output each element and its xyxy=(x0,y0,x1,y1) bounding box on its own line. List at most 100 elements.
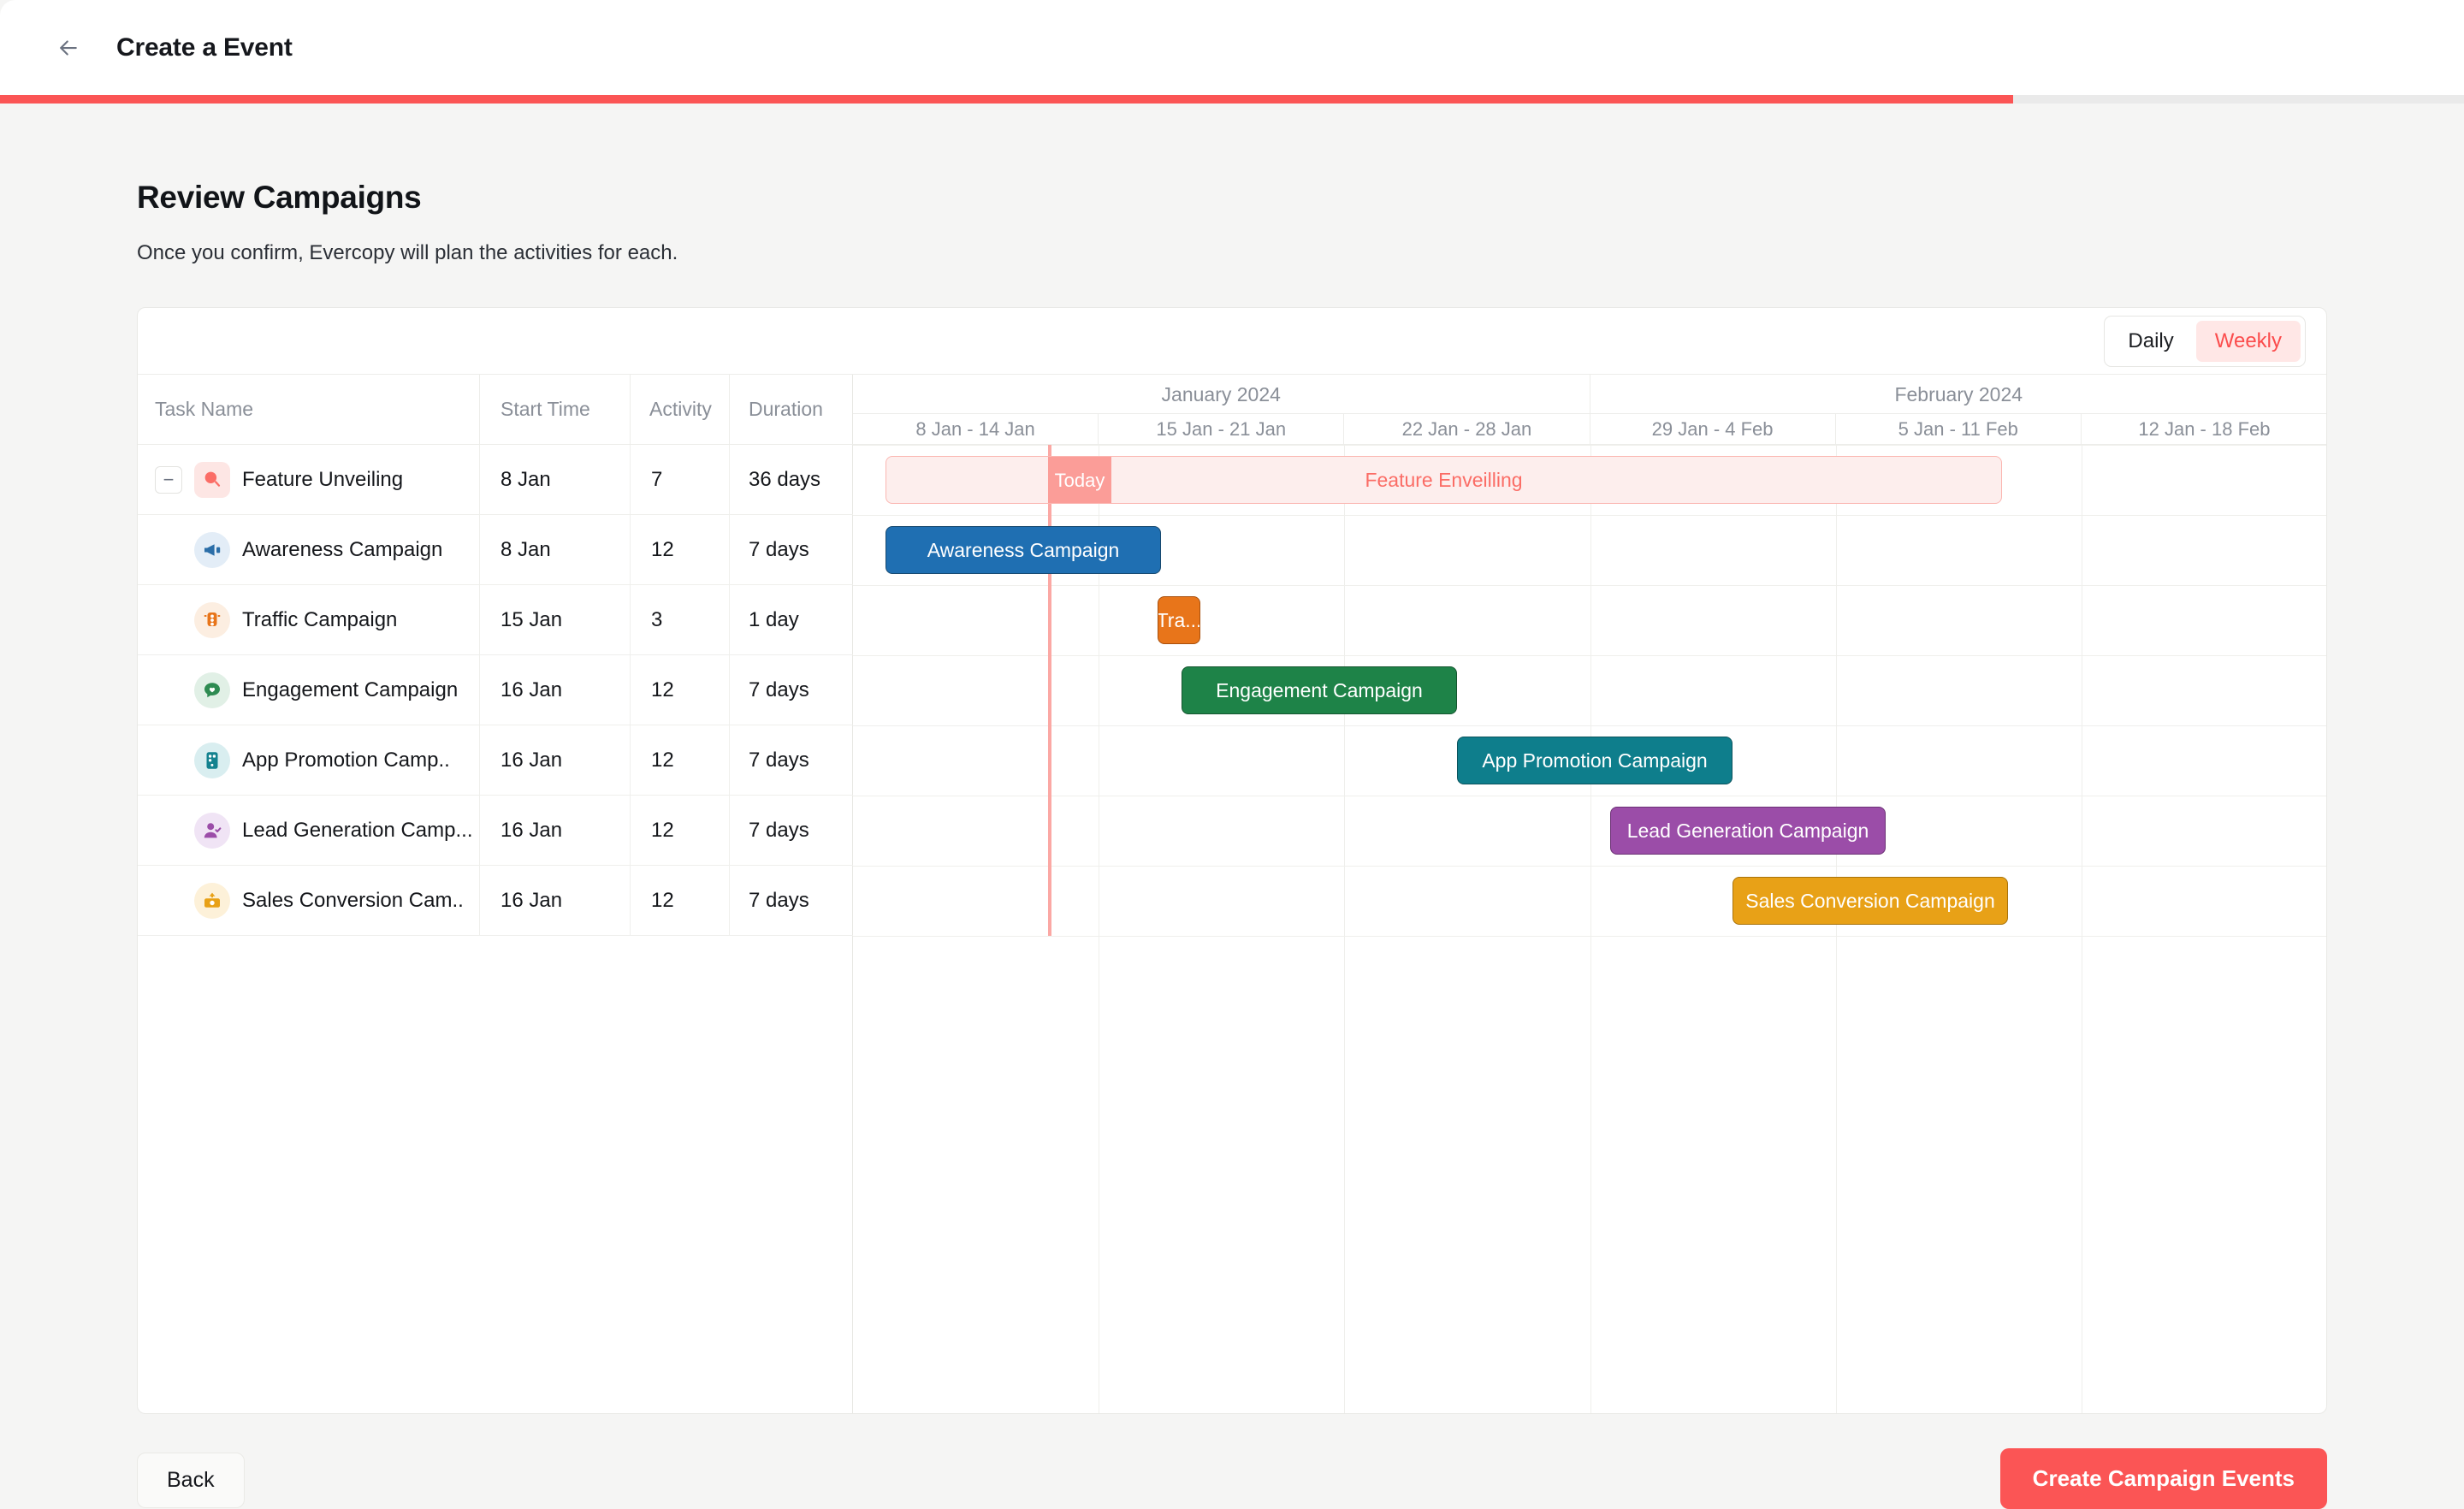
task-table-header: Task Name Start Time Activity Duration xyxy=(138,375,853,445)
timeline-row-divider xyxy=(853,655,2327,656)
gantt-body: Task Name Start Time Activity Duration −… xyxy=(138,375,2326,1414)
table-row[interactable]: App Promotion Camp.. 16 Jan127 days xyxy=(138,725,853,796)
gantt-task-bar[interactable]: Awareness Campaign xyxy=(886,526,1161,574)
page-title: Create a Event xyxy=(116,33,293,62)
cell-task-name: Awareness Campaign xyxy=(138,515,480,585)
progress-bar-fill xyxy=(0,95,2013,104)
timeline-column-divider xyxy=(1344,445,1345,1414)
section-heading: Review Campaigns xyxy=(137,180,421,216)
magnifier-icon xyxy=(194,462,230,498)
gantt-bar-label: Lead Generation Campaign xyxy=(1627,820,1869,843)
gantt-task-bar[interactable]: App Promotion Campaign xyxy=(1457,737,1732,784)
timeline-row-divider xyxy=(853,936,2327,937)
timeline-week-header: 8 Jan - 14 Jan15 Jan - 21 Jan22 Jan - 28… xyxy=(853,414,2327,445)
cell-activity: 12 xyxy=(631,725,730,796)
mobile-app-icon xyxy=(194,743,230,778)
task-name-label: Awareness Campaign xyxy=(242,538,442,562)
cell-activity: 12 xyxy=(631,655,730,725)
traffic-light-icon xyxy=(194,602,230,638)
timeline-week-label: 5 Jan - 11 Feb xyxy=(1836,414,2082,445)
timeline-week-label: 22 Jan - 28 Jan xyxy=(1344,414,1590,445)
view-mode-daily[interactable]: Daily xyxy=(2109,321,2192,362)
table-row[interactable]: − Feature Unveiling 8 Jan736 days xyxy=(138,445,853,515)
cell-start-time: 16 Jan xyxy=(480,866,631,936)
task-table-pane: Task Name Start Time Activity Duration −… xyxy=(138,375,853,1414)
gantt-bar-label: Tra... xyxy=(1158,609,1200,632)
timeline-month-label: January 2024 xyxy=(853,375,1590,414)
table-row[interactable]: Traffic Campaign 15 Jan31 day xyxy=(138,585,853,655)
sales-money-icon xyxy=(194,883,230,919)
cell-activity: 12 xyxy=(631,796,730,866)
create-campaign-events-button[interactable]: Create Campaign Events xyxy=(2000,1448,2327,1509)
timeline-row-divider xyxy=(853,445,2327,446)
cell-task-name: Traffic Campaign xyxy=(138,585,480,655)
timeline-week-label: 8 Jan - 14 Jan xyxy=(853,414,1099,445)
gantt-task-bar[interactable]: Engagement Campaign xyxy=(1182,666,1457,714)
gantt-summary-bar[interactable]: Today Feature Enveilling xyxy=(886,456,2002,504)
chat-heart-icon xyxy=(194,672,230,708)
timeline-column-divider xyxy=(1590,445,1591,1414)
app-header: Create a Event xyxy=(0,0,2464,95)
cell-duration: 7 days xyxy=(730,866,853,936)
gantt-bar-label: Engagement Campaign xyxy=(1216,679,1423,702)
task-name-label: Feature Unveiling xyxy=(242,468,403,492)
column-header-duration: Duration xyxy=(730,375,853,445)
cell-task-name: − Feature Unveiling xyxy=(138,445,480,515)
cell-start-time: 16 Jan xyxy=(480,725,631,796)
person-check-icon xyxy=(194,813,230,849)
cell-activity: 12 xyxy=(631,866,730,936)
cell-activity: 7 xyxy=(631,445,730,515)
task-name-label: Sales Conversion Cam.. xyxy=(242,889,464,913)
row-collapse-toggle[interactable]: − xyxy=(155,466,182,494)
table-row[interactable]: Engagement Campaign16 Jan127 days xyxy=(138,655,853,725)
timeline-month-label: February 2024 xyxy=(1590,375,2328,414)
cell-start-time: 8 Jan xyxy=(480,445,631,515)
section-subheading: Once you confirm, Evercopy will plan the… xyxy=(137,241,678,265)
gantt-task-bar[interactable]: Sales Conversion Campaign xyxy=(1732,877,2008,925)
column-header-task-name: Task Name xyxy=(138,375,480,445)
timeline-row-divider xyxy=(853,725,2327,726)
timeline-pane: January 2024February 2024 8 Jan - 14 Jan… xyxy=(853,375,2327,1414)
timeline-row-divider xyxy=(853,866,2327,867)
view-mode-switch: Daily Weekly xyxy=(2104,316,2306,367)
table-row[interactable]: Sales Conversion Cam.. 16 Jan127 days xyxy=(138,866,853,936)
gantt-bar-label: Feature Enveilling xyxy=(1365,469,1522,492)
task-name-label: Lead Generation Camp... xyxy=(242,819,473,843)
column-header-start-time: Start Time xyxy=(480,375,631,445)
cell-activity: 12 xyxy=(631,515,730,585)
today-badge: Today xyxy=(1048,457,1111,504)
gantt-task-bar[interactable]: Tra... xyxy=(1158,596,1200,644)
task-name-label: App Promotion Camp.. xyxy=(242,749,450,772)
column-header-activity: Activity xyxy=(631,375,730,445)
cell-start-time: 16 Jan xyxy=(480,796,631,866)
cell-duration: 7 days xyxy=(730,725,853,796)
back-arrow-icon[interactable] xyxy=(50,29,87,67)
timeline-week-label: 29 Jan - 4 Feb xyxy=(1590,414,1836,445)
back-button[interactable]: Back xyxy=(137,1453,245,1508)
cell-task-name: Engagement Campaign xyxy=(138,655,480,725)
cell-task-name: App Promotion Camp.. xyxy=(138,725,480,796)
cell-start-time: 16 Jan xyxy=(480,655,631,725)
timeline-column-divider xyxy=(1836,445,1837,1414)
today-marker-line xyxy=(1048,445,1051,936)
timeline-month-header: January 2024February 2024 xyxy=(853,375,2327,414)
task-name-label: Engagement Campaign xyxy=(242,678,458,702)
timeline-week-label: 15 Jan - 21 Jan xyxy=(1099,414,1344,445)
timeline-week-label: 12 Jan - 18 Feb xyxy=(2082,414,2327,445)
gantt-card: Daily Weekly Task Name Start Time Activi… xyxy=(137,307,2327,1414)
cell-start-time: 15 Jan xyxy=(480,585,631,655)
gantt-toolbar: Daily Weekly xyxy=(138,308,2326,375)
cell-start-time: 8 Jan xyxy=(480,515,631,585)
cell-activity: 3 xyxy=(631,585,730,655)
table-row[interactable]: Lead Generation Camp...16 Jan127 days xyxy=(138,796,853,866)
task-name-label: Traffic Campaign xyxy=(242,608,397,632)
gantt-bar-label: App Promotion Campaign xyxy=(1482,749,1707,772)
table-row[interactable]: Awareness Campaign8 Jan127 days xyxy=(138,515,853,585)
timeline-row-divider xyxy=(853,585,2327,586)
cell-task-name: Lead Generation Camp... xyxy=(138,796,480,866)
gantt-bar-label: Sales Conversion Campaign xyxy=(1745,890,1995,913)
gantt-task-bar[interactable]: Lead Generation Campaign xyxy=(1610,807,1886,855)
cell-duration: 1 day xyxy=(730,585,853,655)
cell-duration: 36 days xyxy=(730,445,853,515)
view-mode-weekly[interactable]: Weekly xyxy=(2196,321,2301,362)
